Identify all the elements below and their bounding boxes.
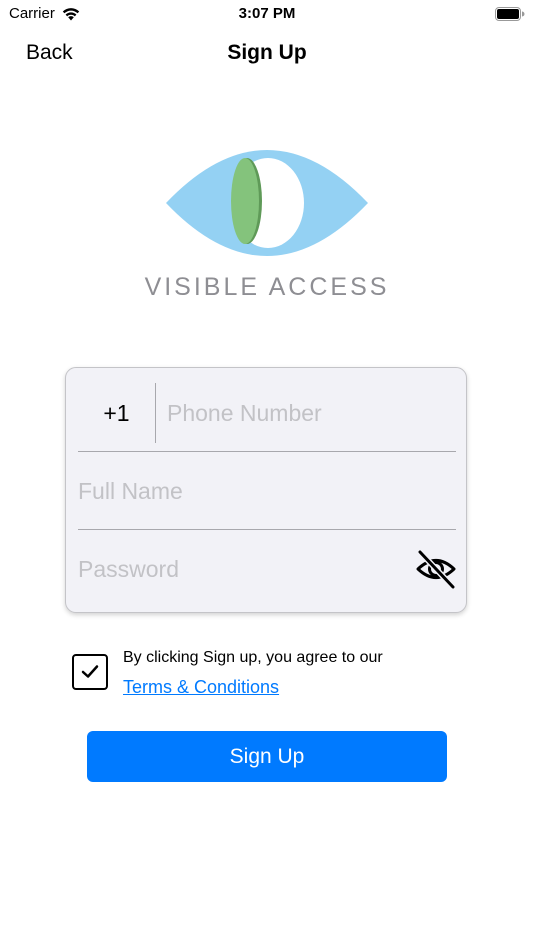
terms-text: By clicking Sign up, you agree to our: [123, 649, 383, 666]
page-title: Sign Up: [227, 41, 307, 64]
status-time: 3:07 PM: [238, 5, 296, 22]
eye-slash-icon: [416, 549, 456, 592]
signup-form-card: +1: [65, 367, 467, 613]
terms-checkbox[interactable]: [72, 654, 108, 690]
full-name-input[interactable]: [78, 452, 456, 530]
password-row: [78, 530, 456, 608]
phone-row: +1: [78, 374, 456, 452]
eye-logo: [166, 150, 368, 256]
signup-button[interactable]: Sign Up: [87, 731, 447, 782]
country-code-separator: [155, 383, 156, 443]
brand-name: VISIBLE ACCESS: [144, 273, 390, 301]
country-code[interactable]: +1: [78, 374, 155, 452]
password-visibility-toggle[interactable]: [416, 549, 456, 592]
phone-number-input[interactable]: [167, 374, 456, 452]
status-bar: Carrier 3:07 PM: [0, 0, 534, 28]
terms-conditions-link[interactable]: Terms & Conditions: [123, 677, 279, 698]
navigation-bar: Back Sign Up: [0, 32, 534, 76]
battery-icon: [495, 7, 525, 21]
password-input[interactable]: [78, 530, 398, 608]
full-name-row: [78, 452, 456, 530]
